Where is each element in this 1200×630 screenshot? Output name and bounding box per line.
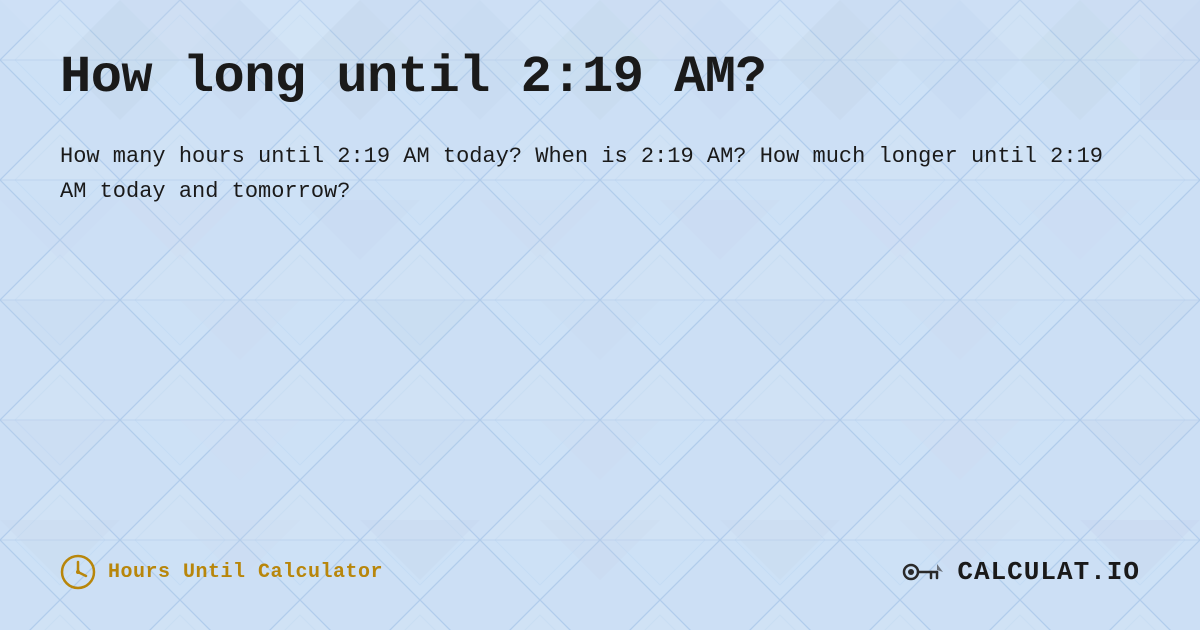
footer-left-label: Hours Until Calculator [108,561,383,584]
footer-left: Hours Until Calculator [60,554,383,590]
footer-right: CALCULAT.IO [899,554,1140,590]
calculat-logo-text: CALCULAT.IO [957,557,1140,587]
clock-icon [60,554,96,590]
page-description: How many hours until 2:19 AM today? When… [60,139,1110,209]
footer: Hours Until Calculator CALCULAT.IO [60,534,1140,590]
page-title: How long until 2:19 AM? [60,48,1140,107]
calculat-logo-icon [899,554,949,590]
